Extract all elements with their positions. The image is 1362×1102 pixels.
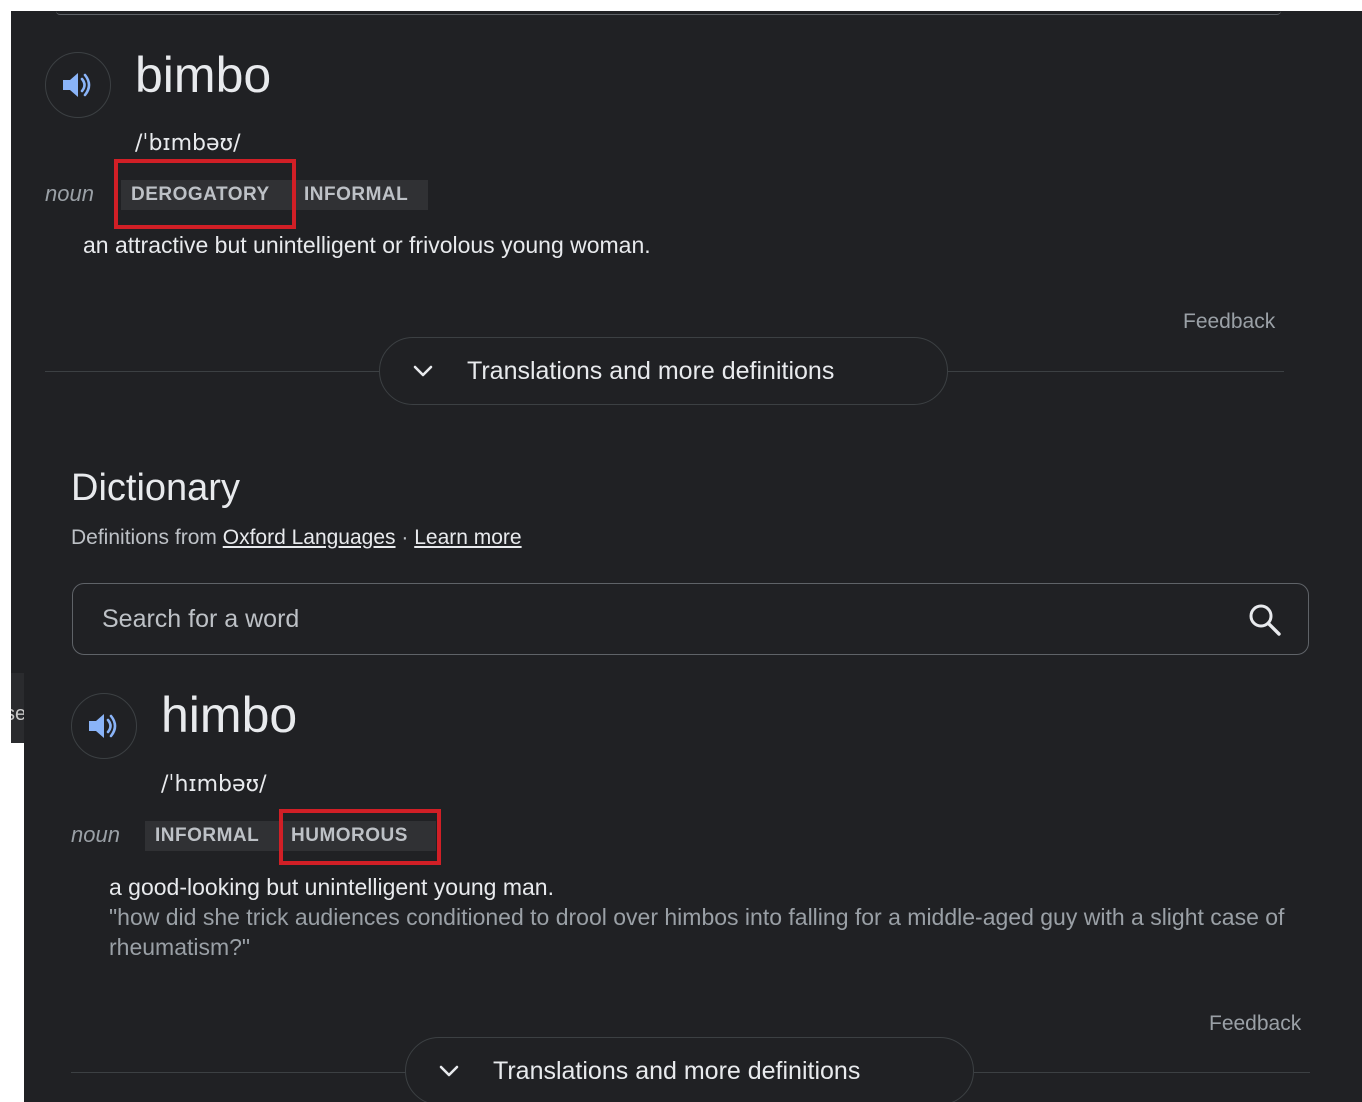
source-prefix: Definitions from bbox=[71, 526, 217, 549]
separator: · bbox=[401, 526, 409, 549]
chevron-down-icon bbox=[435, 1057, 463, 1085]
translations-more-label: Translations and more definitions bbox=[493, 1056, 861, 1085]
cut-off-text: se bbox=[11, 703, 24, 725]
definition-text: a good-looking but unintelligent young m… bbox=[109, 874, 554, 900]
dictionary-card-top: bimbo /ˈbɪmbəʊ/ noun DEROGATORY INFORMAL… bbox=[11, 11, 1362, 673]
part-of-speech: noun bbox=[45, 181, 94, 206]
chevron-down-icon bbox=[409, 357, 437, 385]
phonetic-spelling: /ˈbɪmbəʊ/ bbox=[135, 131, 241, 156]
pronunciation-button-bimbo[interactable] bbox=[45, 52, 111, 118]
dictionary-card-bottom: himbo /ˈhɪmbəʊ/ noun INFORMAL HUMOROUS a… bbox=[24, 673, 1362, 1102]
feedback-link[interactable]: Feedback bbox=[1183, 310, 1275, 334]
search-input[interactable] bbox=[100, 600, 1204, 638]
feedback-link[interactable]: Feedback bbox=[1209, 1012, 1301, 1036]
usage-tag-humorous: HUMOROUS bbox=[281, 821, 436, 851]
example-sentence: "how did she trick audiences conditioned… bbox=[109, 904, 1285, 960]
learn-more-link[interactable]: Learn more bbox=[414, 526, 521, 549]
divider bbox=[974, 1072, 1310, 1073]
oxford-languages-link[interactable]: Oxford Languages bbox=[223, 526, 396, 549]
divider bbox=[948, 371, 1284, 372]
usage-tag-informal: INFORMAL bbox=[294, 180, 428, 210]
word-search-box bbox=[72, 583, 1309, 655]
divider bbox=[45, 371, 380, 372]
background-window-edge: se bbox=[11, 673, 24, 743]
definition-text: an attractive but unintelligent or frivo… bbox=[83, 232, 651, 258]
definitions-source: Definitions from Oxford Languages · Lear… bbox=[71, 526, 522, 550]
phonetic-spelling: /ˈhɪmbəʊ/ bbox=[161, 772, 267, 797]
usage-tag-derogatory: DEROGATORY bbox=[121, 180, 293, 210]
pronunciation-button-himbo[interactable] bbox=[71, 693, 137, 759]
speaker-icon bbox=[63, 73, 91, 97]
speaker-icon bbox=[89, 714, 117, 738]
section-title: Dictionary bbox=[71, 467, 240, 509]
translations-more-button[interactable]: Translations and more definitions bbox=[405, 1037, 974, 1102]
translations-more-label: Translations and more definitions bbox=[467, 356, 835, 385]
usage-tag-informal: INFORMAL bbox=[145, 821, 279, 851]
headword: bimbo bbox=[135, 47, 272, 103]
part-of-speech: noun bbox=[71, 822, 120, 847]
search-icon[interactable] bbox=[1247, 602, 1283, 643]
headword: himbo bbox=[161, 687, 298, 743]
translations-more-button[interactable]: Translations and more definitions bbox=[379, 337, 948, 405]
previous-card-edge bbox=[56, 11, 1281, 15]
divider bbox=[71, 1072, 406, 1073]
